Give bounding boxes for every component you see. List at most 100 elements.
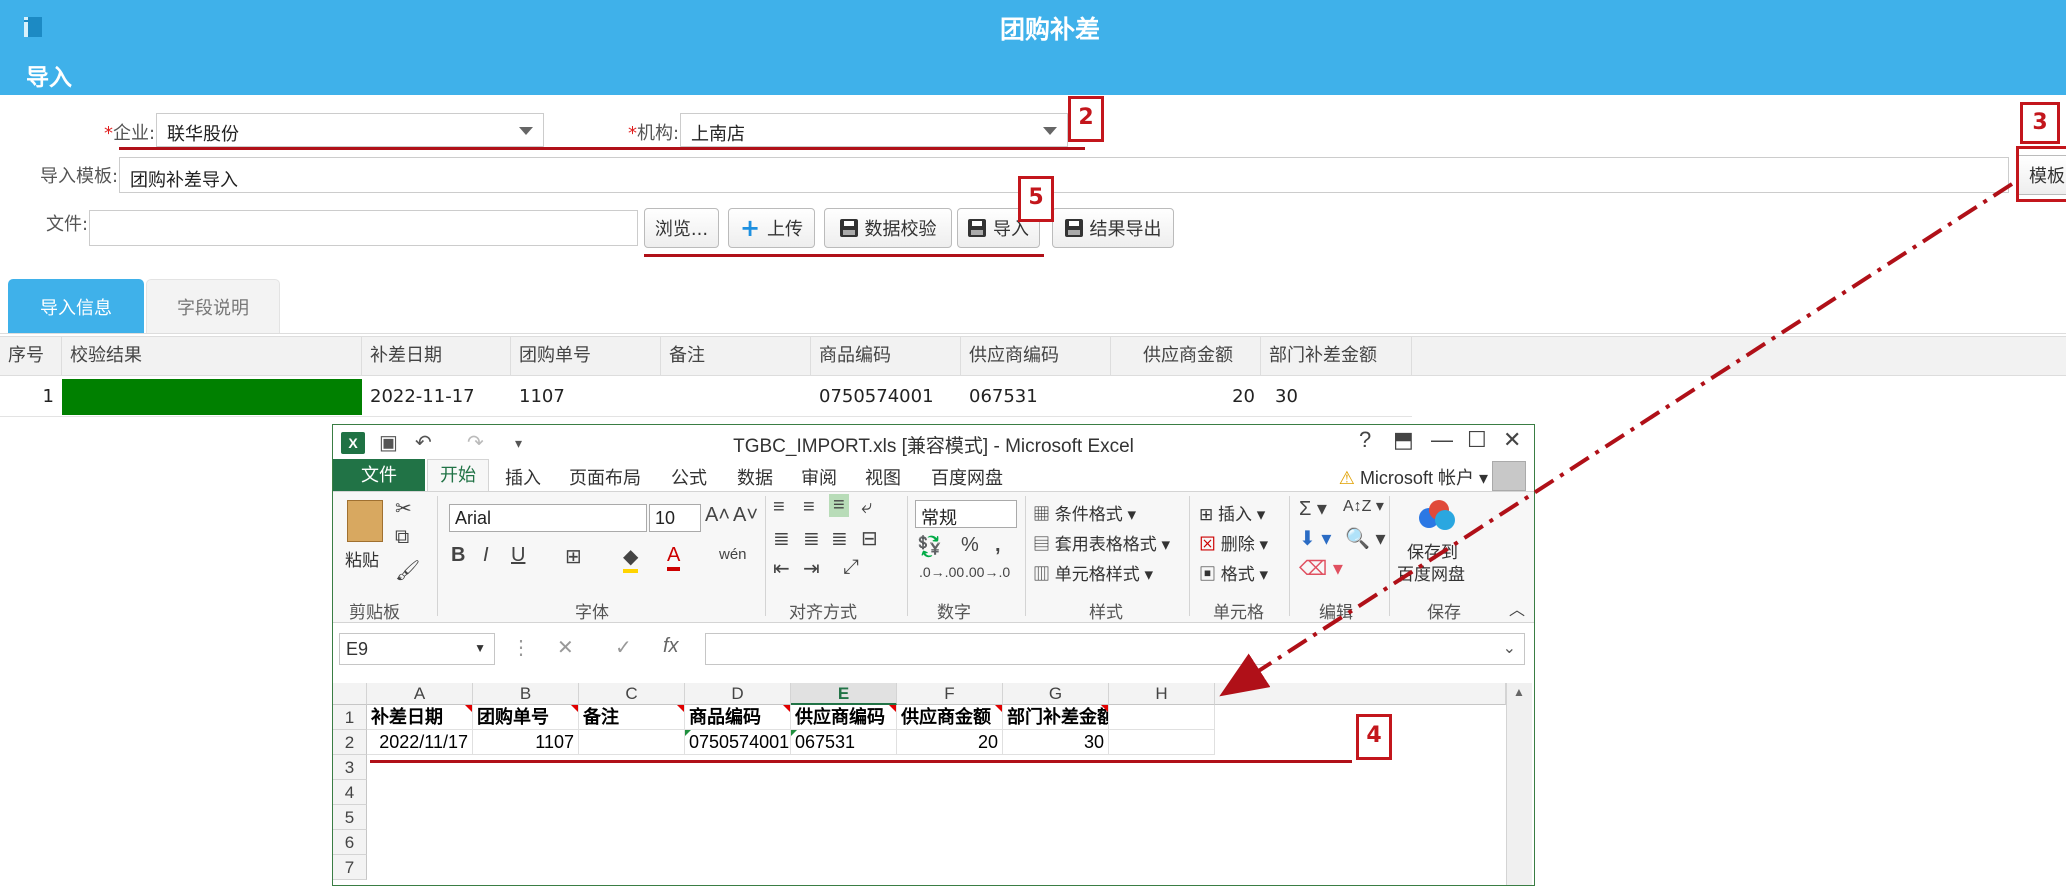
sheet-cell[interactable]: 067531 bbox=[791, 730, 897, 755]
column-letter[interactable]: B bbox=[473, 683, 579, 705]
decrease-indent-icon[interactable]: ⇤ bbox=[773, 556, 790, 581]
browse-button[interactable]: 浏览... bbox=[644, 208, 719, 248]
align-bottom-icon[interactable]: ≡ bbox=[829, 494, 849, 517]
italic-icon[interactable]: I bbox=[483, 544, 489, 567]
company-select[interactable]: 联华股份 bbox=[156, 113, 544, 147]
template-field[interactable]: 团购补差导入 bbox=[119, 157, 2009, 193]
maximize-icon[interactable]: ☐ bbox=[1467, 427, 1487, 453]
column-header[interactable]: 校验结果 bbox=[62, 337, 362, 375]
sheet-cell[interactable]: 供应商金额 bbox=[897, 705, 1003, 730]
sheet-cell[interactable]: 0750574001 bbox=[685, 730, 791, 755]
export-button[interactable]: 结果导出 bbox=[1052, 208, 1174, 248]
file-input[interactable] bbox=[89, 210, 638, 246]
increase-indent-icon[interactable]: ⇥ bbox=[803, 556, 820, 581]
minimize-icon[interactable]: — bbox=[1431, 427, 1453, 453]
merge-center-icon[interactable]: ⊟ bbox=[861, 526, 878, 551]
increase-decimal-icon[interactable]: .0→.00 bbox=[919, 564, 964, 580]
vertical-scrollbar[interactable]: ▲ bbox=[1506, 683, 1532, 885]
decrease-decimal-icon[interactable]: .00→.0 bbox=[965, 564, 1010, 580]
menu-view[interactable]: 视图 bbox=[865, 464, 901, 490]
sheet-cell[interactable] bbox=[1109, 730, 1215, 755]
column-letter[interactable]: A bbox=[367, 683, 473, 705]
table-format-button[interactable]: ▤ 套用表格格式 ▾ bbox=[1033, 530, 1170, 555]
account-menu[interactable]: ⚠ Microsoft 帐户 ▾ bbox=[1339, 464, 1488, 490]
align-top-icon[interactable]: ≡ bbox=[773, 496, 785, 519]
sheet-cell[interactable]: 20 bbox=[897, 730, 1003, 755]
autosum-icon[interactable]: Σ ▾ bbox=[1299, 496, 1327, 521]
column-header[interactable]: 团购单号 bbox=[511, 337, 661, 375]
sheet-cell[interactable]: 2022/11/17 bbox=[367, 730, 473, 755]
font-color-icon[interactable]: A bbox=[667, 544, 681, 571]
column-header[interactable]: 商品编码 bbox=[811, 337, 961, 375]
column-header[interactable]: 备注 bbox=[661, 337, 811, 375]
wrap-text-icon[interactable]: ⤶ bbox=[861, 496, 872, 519]
scroll-up-icon[interactable]: ▲ bbox=[1513, 685, 1525, 699]
baidu-cloud-icon[interactable] bbox=[1417, 498, 1457, 532]
grow-font-icon[interactable]: A˄ bbox=[705, 504, 730, 527]
align-center-icon[interactable]: ≣ bbox=[803, 526, 820, 551]
menu-page-layout[interactable]: 页面布局 bbox=[569, 464, 641, 490]
row-number-header[interactable]: 2 bbox=[333, 730, 367, 755]
format-painter-icon[interactable]: 🖌 bbox=[395, 558, 420, 583]
bold-icon[interactable]: B bbox=[451, 544, 465, 567]
column-letter[interactable]: C bbox=[579, 683, 685, 705]
sheet-cell[interactable]: 1107 bbox=[473, 730, 579, 755]
sheet-cell[interactable]: 部门补差金额 bbox=[1003, 705, 1109, 730]
insert-function-icon[interactable]: fx bbox=[663, 635, 679, 658]
formula-input[interactable]: ⌄ bbox=[705, 633, 1525, 665]
table-row[interactable]: 1 2022-11-17 1107 0750574001 067531 20 3… bbox=[0, 377, 1412, 417]
number-format-select[interactable]: 常规 bbox=[915, 500, 1017, 528]
font-name-select[interactable]: Arial bbox=[449, 504, 647, 532]
sheet-cell[interactable]: 备注 bbox=[579, 705, 685, 730]
column-header[interactable]: 供应商金额 bbox=[1111, 337, 1261, 375]
fill-color-icon[interactable]: ◆ bbox=[623, 544, 639, 573]
copy-icon[interactable]: ⧉ bbox=[395, 526, 409, 549]
column-header[interactable]: 部门补差金额 bbox=[1261, 337, 1412, 375]
menu-formulas[interactable]: 公式 bbox=[671, 464, 707, 490]
help-icon[interactable]: ? bbox=[1359, 427, 1371, 453]
currency-icon[interactable]: 💱 bbox=[917, 534, 942, 559]
paste-icon[interactable] bbox=[347, 500, 383, 542]
menu-insert[interactable]: 插入 bbox=[505, 464, 541, 490]
percent-icon[interactable]: % bbox=[961, 534, 979, 557]
column-header[interactable]: 补差日期 bbox=[362, 337, 511, 375]
border-icon[interactable]: ⊞ bbox=[565, 544, 582, 569]
cell-style-button[interactable]: ▥ 单元格样式 ▾ bbox=[1033, 560, 1153, 585]
column-letter[interactable]: F bbox=[897, 683, 1003, 705]
conditional-format-button[interactable]: ▦ 条件格式 ▾ bbox=[1033, 500, 1136, 525]
sheet-cell[interactable]: 团购单号 bbox=[473, 705, 579, 730]
row-number-header[interactable]: 5 bbox=[333, 805, 367, 830]
name-box[interactable]: E9 ▼ bbox=[339, 633, 495, 665]
align-middle-icon[interactable]: ≡ bbox=[803, 496, 815, 519]
sheet-cell[interactable]: 30 bbox=[1003, 730, 1109, 755]
validate-button[interactable]: 数据校验 bbox=[824, 208, 952, 248]
phonetic-icon[interactable]: wén bbox=[719, 546, 747, 563]
sort-filter-icon[interactable]: A↕Z ▾ bbox=[1343, 496, 1384, 516]
clear-icon[interactable]: ⌫ ▾ bbox=[1299, 556, 1343, 581]
align-right-icon[interactable]: ≣ bbox=[831, 526, 848, 551]
column-letter[interactable]: D bbox=[685, 683, 791, 705]
collapse-ribbon-icon[interactable]: ︿ bbox=[1509, 596, 1525, 620]
menu-data[interactable]: 数据 bbox=[737, 464, 773, 490]
row-number-header[interactable]: 1 bbox=[333, 705, 367, 730]
menu-file[interactable]: 文件 bbox=[333, 459, 425, 491]
row-number-header[interactable]: 6 bbox=[333, 830, 367, 855]
upload-button[interactable]: + 上传 bbox=[728, 208, 815, 248]
column-header[interactable]: 供应商编码 bbox=[961, 337, 1111, 375]
find-select-icon[interactable]: 🔍 ▾ bbox=[1345, 526, 1386, 551]
fill-icon[interactable]: ⬇ ▾ bbox=[1299, 526, 1331, 551]
sheet-cell[interactable]: 补差日期 bbox=[367, 705, 473, 730]
delete-cells-button[interactable]: ⊠ 删除 ▾ bbox=[1199, 530, 1268, 555]
menu-baidu-disk[interactable]: 百度网盘 bbox=[931, 464, 1003, 490]
insert-cells-button[interactable]: ⊞ 插入 ▾ bbox=[1199, 500, 1265, 525]
row-number-header[interactable]: 3 bbox=[333, 755, 367, 780]
close-icon[interactable]: ✕ bbox=[1503, 427, 1521, 453]
baidu-disk-label[interactable]: 百度网盘 bbox=[1397, 560, 1465, 585]
tab-import-info[interactable]: 导入信息 bbox=[8, 279, 144, 334]
ribbon-display-icon[interactable]: ⬒ bbox=[1393, 427, 1414, 453]
sheet-cell[interactable]: 商品编码 bbox=[685, 705, 791, 730]
column-letter[interactable]: E bbox=[791, 683, 897, 705]
sheet-cell[interactable] bbox=[579, 730, 685, 755]
shrink-font-icon[interactable]: A˅ bbox=[733, 504, 758, 527]
column-header[interactable]: 序号 bbox=[0, 337, 62, 375]
